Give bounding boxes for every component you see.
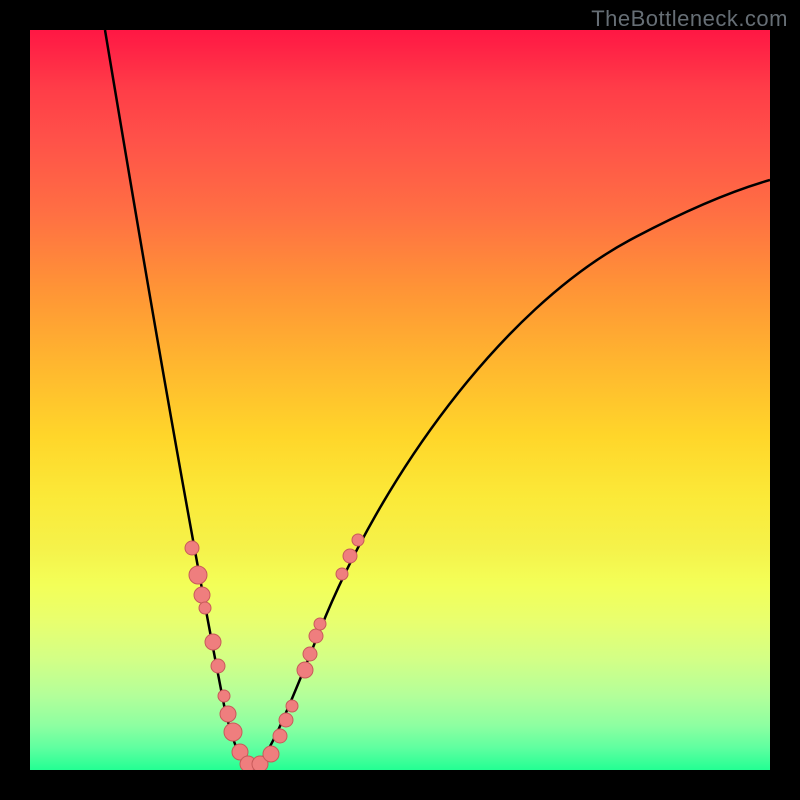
data-marker [218, 690, 230, 702]
data-marker [189, 566, 207, 584]
data-marker [224, 723, 242, 741]
data-marker [220, 706, 236, 722]
curve-left-branch [105, 30, 252, 765]
data-marker [205, 634, 221, 650]
data-marker [199, 602, 211, 614]
data-marker [309, 629, 323, 643]
data-marker [297, 662, 313, 678]
data-marker [194, 587, 210, 603]
data-marker [343, 549, 357, 563]
data-marker [263, 746, 279, 762]
data-marker [336, 568, 348, 580]
data-marker [314, 618, 326, 630]
data-marker [273, 729, 287, 743]
data-marker [279, 713, 293, 727]
bottleneck-curve [30, 30, 770, 770]
data-marker [185, 541, 199, 555]
watermark-text: TheBottleneck.com [591, 6, 788, 32]
data-marker [352, 534, 364, 546]
data-marker [286, 700, 298, 712]
plot-area [30, 30, 770, 770]
chart-frame: TheBottleneck.com [0, 0, 800, 800]
data-marker [211, 659, 225, 673]
data-marker [303, 647, 317, 661]
marker-group [185, 534, 364, 770]
curve-right-branch [252, 180, 770, 765]
